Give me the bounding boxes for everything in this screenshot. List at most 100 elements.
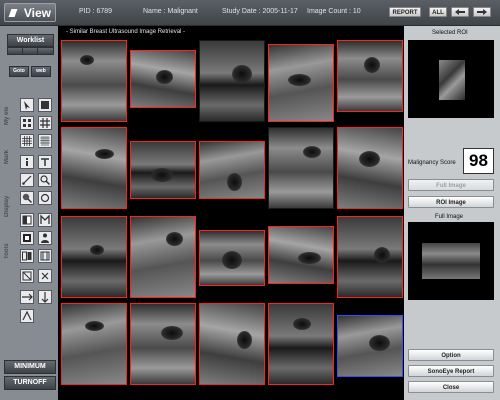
lesion-shadow [298, 252, 321, 264]
ultrasound-thumbnail[interactable] [61, 40, 127, 122]
flip-tool[interactable] [20, 290, 34, 304]
info-icon [26, 158, 28, 166]
ultrasound-thumbnail[interactable] [268, 44, 334, 122]
grid-icon [22, 136, 32, 146]
ultrasound-thumbnail[interactable] [268, 303, 334, 385]
ultrasound-thumbnail[interactable] [130, 50, 196, 108]
sonoeye-report-button[interactable]: SonoEye Report [408, 365, 494, 377]
lesion-shadow [303, 146, 321, 158]
full-image-view [408, 222, 494, 300]
image-count: Image Count : 10 [307, 8, 361, 15]
patient-id: PID : 6789 [79, 8, 113, 15]
worklist-next-button[interactable] [37, 47, 54, 55]
lesion-shadow [85, 321, 104, 331]
ultrasound-thumbnail[interactable] [199, 40, 265, 122]
compare-tool[interactable] [20, 249, 34, 263]
lesion-shadow [374, 247, 390, 263]
reset-tool[interactable] [38, 269, 52, 283]
grid-icon [40, 136, 50, 146]
text-icon [41, 158, 49, 166]
ultrasound-thumbnail[interactable] [130, 303, 196, 385]
ultrasound-thumbnail[interactable] [268, 226, 334, 284]
magnify-icon [22, 193, 33, 204]
crop-tool[interactable] [20, 269, 34, 283]
grid-2x2-tool[interactable] [20, 116, 34, 130]
option-button[interactable]: Option [408, 349, 494, 361]
all-button[interactable]: ALL [429, 7, 447, 17]
lesion-shadow [293, 318, 311, 330]
roi-image-button[interactable]: ROI Image [408, 196, 494, 208]
selected-roi-label: Selected ROI [432, 30, 468, 36]
worklist-prev-button[interactable] [7, 47, 23, 55]
marker-tool[interactable] [38, 213, 52, 227]
pointer-tool[interactable] [20, 98, 34, 112]
close-button[interactable]: Close [408, 381, 494, 393]
film-icon [40, 251, 50, 261]
person-icon [41, 233, 49, 243]
person-tool[interactable] [38, 231, 52, 245]
lesion-shadow [90, 245, 104, 255]
lesion-shadow [288, 74, 311, 86]
lesion-shadow [80, 55, 94, 65]
ultrasound-thumbnail[interactable] [337, 127, 403, 209]
minimum-button[interactable]: MINIMUM [4, 360, 56, 374]
lesion-shadow [151, 168, 173, 182]
info-tool[interactable] [20, 155, 34, 169]
report-button[interactable]: REPORT [389, 7, 421, 17]
invert-tool[interactable] [20, 231, 34, 245]
window-level-icon [22, 215, 32, 225]
worklist-button[interactable]: Worklist [7, 34, 54, 47]
ultrasound-thumbnail[interactable] [130, 216, 196, 298]
compare-icon [22, 251, 32, 261]
zoom-tool[interactable] [38, 173, 52, 187]
lesion-shadow [222, 251, 242, 269]
full-image-button[interactable]: Full Image [408, 179, 494, 191]
grid-icon [40, 118, 50, 128]
tab-my-ele[interactable]: My ele [4, 96, 14, 136]
next-page-button[interactable] [473, 7, 491, 17]
goto-button[interactable]: Goto [9, 66, 29, 77]
web-button[interactable]: web [31, 66, 51, 77]
worklist-list-button[interactable] [22, 47, 38, 55]
ultrasound-thumbnail[interactable] [268, 127, 334, 209]
patient-name: Name : Malignant [143, 8, 198, 15]
rotate-tool[interactable] [38, 191, 52, 205]
measure-tool[interactable] [20, 173, 34, 187]
single-layout-tool[interactable] [38, 98, 52, 112]
ultrasound-thumbnail[interactable] [337, 216, 403, 298]
ultrasound-thumbnail[interactable] [130, 141, 196, 199]
selected-roi-view [408, 40, 494, 118]
grid-icon [23, 119, 31, 127]
text-tool[interactable] [38, 155, 52, 169]
ultrasound-thumbnail[interactable] [337, 40, 403, 112]
flip-icon [22, 293, 33, 301]
app-logo: View [4, 3, 56, 22]
vertical-flip-tool[interactable] [38, 290, 52, 304]
ultrasound-thumbnail[interactable] [199, 230, 265, 286]
tab-tools[interactable]: Tools [4, 236, 14, 266]
magnify-tool[interactable] [20, 191, 34, 205]
turnoff-button[interactable]: TURNOFF [4, 376, 56, 390]
malignancy-score-label: Malignancy Score [408, 160, 456, 166]
lesion-shadow [364, 57, 380, 73]
ultrasound-thumbnail-selected[interactable] [337, 315, 403, 377]
prev-page-button[interactable] [451, 7, 469, 17]
film-tool[interactable] [38, 249, 52, 263]
grid-4x4-tool[interactable] [20, 134, 34, 148]
malignancy-score-value: 98 [463, 148, 494, 174]
grid-3x3-tool[interactable] [38, 116, 52, 130]
ultrasound-thumbnail[interactable] [61, 216, 127, 298]
lesion-shadow [166, 232, 183, 246]
ultrasound-thumbnail[interactable] [61, 127, 127, 209]
tab-mark[interactable]: Mark [4, 142, 14, 172]
lesion-shadow [369, 335, 390, 351]
logo-mark-icon [8, 9, 18, 17]
annotate-tool[interactable] [20, 309, 34, 323]
tab-display[interactable]: Display [4, 186, 14, 226]
rotate-icon [40, 193, 50, 203]
window-level-tool[interactable] [20, 213, 34, 227]
ultrasound-thumbnail[interactable] [199, 141, 265, 199]
ultrasound-thumbnail[interactable] [61, 303, 127, 385]
ultrasound-thumbnail[interactable] [199, 303, 265, 385]
grid-5x4-tool[interactable] [38, 134, 52, 148]
